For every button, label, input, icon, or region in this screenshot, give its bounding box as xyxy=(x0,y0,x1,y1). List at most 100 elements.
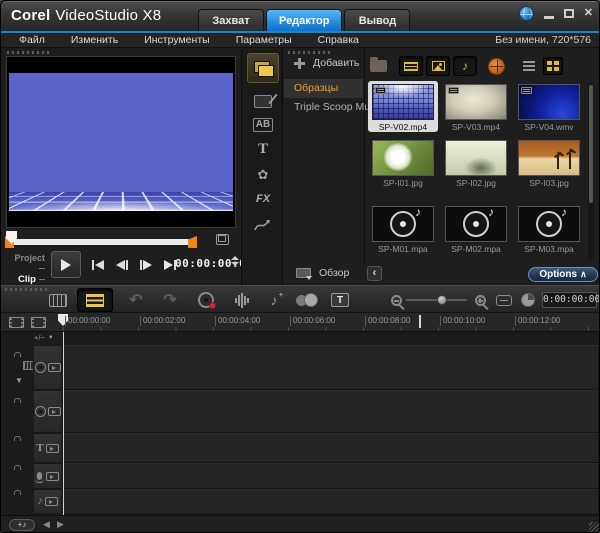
sound-mixer-button[interactable] xyxy=(229,289,255,311)
track-add-remove[interactable]: +/− ▼ xyxy=(34,333,54,342)
timeline-timecode[interactable]: 0:00:00:00 xyxy=(542,292,597,308)
nav-title-button[interactable]: T xyxy=(247,135,279,163)
browse-folder-icon[interactable] xyxy=(370,60,387,72)
maximize-button[interactable] xyxy=(564,9,574,18)
tab-capture[interactable]: Захват xyxy=(198,9,264,32)
spinner-down-icon[interactable] xyxy=(231,262,239,266)
play-button[interactable] xyxy=(51,251,81,278)
tab-share[interactable]: Вывод xyxy=(344,9,410,32)
tab-edit[interactable]: Редактор xyxy=(266,9,342,32)
minimize-button[interactable] xyxy=(544,16,554,19)
audio-thumbnail[interactable]: ♪ xyxy=(445,206,507,242)
next-frame-button[interactable] xyxy=(135,255,157,275)
undo-button[interactable]: ↶ xyxy=(123,289,149,311)
voice-track-lock[interactable] xyxy=(13,469,23,480)
grid-view-button[interactable] xyxy=(543,57,563,75)
home-button[interactable] xyxy=(87,255,109,275)
nav-filter-button[interactable]: FX xyxy=(247,185,279,213)
browse-button[interactable]: Обзор xyxy=(296,267,349,279)
spinner-up-icon[interactable] xyxy=(231,256,239,260)
nav-motion-button[interactable] xyxy=(247,211,279,239)
title-track-header[interactable]: T xyxy=(33,433,62,463)
filter-video-button[interactable] xyxy=(399,56,423,76)
enlarge-preview-icon[interactable] xyxy=(216,234,229,245)
add-folder-button[interactable]: Добавить xyxy=(294,57,359,69)
nav-media-button[interactable] xyxy=(247,53,279,83)
image-thumbnail[interactable] xyxy=(518,140,580,176)
show-all-tracks-button[interactable] xyxy=(7,315,26,329)
audio-thumbnail[interactable]: ♪ xyxy=(372,206,434,242)
audio-thumbnail[interactable]: ♪ xyxy=(518,206,580,242)
library-item[interactable]: ♪ SP-M03.mpa xyxy=(514,203,584,254)
filter-audio-button[interactable]: ♪ xyxy=(453,56,477,76)
library-item[interactable]: SP-V03.mp4 xyxy=(441,81,511,132)
music-track-lane[interactable] xyxy=(63,489,598,514)
ripple-editing-button[interactable] xyxy=(293,289,319,311)
video-track-lane[interactable] xyxy=(63,345,598,390)
zoom-slider[interactable] xyxy=(405,299,467,301)
panel-grip[interactable] xyxy=(7,51,49,54)
music-track-lock[interactable] xyxy=(13,494,23,505)
voice-track-lane[interactable] xyxy=(63,463,598,489)
timecode-spinner[interactable] xyxy=(231,256,239,266)
library-item[interactable]: SP-I01.jpg xyxy=(368,137,438,188)
storyboard-view-button[interactable] xyxy=(45,289,71,311)
scrollbar-thumb[interactable] xyxy=(589,85,593,203)
scroll-timeline-left-button[interactable]: ◀ xyxy=(43,519,50,530)
zoom-in-button[interactable] xyxy=(467,289,493,311)
list-view-button[interactable] xyxy=(519,57,539,75)
trim-end-handle[interactable] xyxy=(188,236,197,248)
record-capture-button[interactable] xyxy=(193,289,219,311)
media-wheel-icon[interactable] xyxy=(488,58,505,75)
library-item[interactable]: SP-V04.wmv xyxy=(514,81,584,132)
menu-file[interactable]: Файл xyxy=(19,34,45,46)
previous-frame-button[interactable] xyxy=(111,255,133,275)
scroll-timeline-right-button[interactable]: ▶ xyxy=(57,519,64,530)
subtitle-editor-button[interactable]: T xyxy=(327,289,353,311)
menu-edit[interactable]: Изменить xyxy=(71,34,118,46)
video-thumbnail[interactable] xyxy=(445,84,507,120)
menu-settings[interactable]: Параметры xyxy=(236,34,292,46)
track-view-button[interactable] xyxy=(29,315,48,329)
project-mode-label[interactable]: Project xyxy=(7,253,45,273)
overlay-track-lane[interactable] xyxy=(63,390,598,433)
image-thumbnail[interactable] xyxy=(372,140,434,176)
menu-tools[interactable]: Инструменты xyxy=(144,34,209,46)
options-button[interactable]: Options∧ xyxy=(528,267,598,282)
title-track-lock[interactable] xyxy=(13,440,23,451)
filter-photo-button[interactable] xyxy=(426,56,450,76)
expand-tracks-icon[interactable]: ▼ xyxy=(15,376,23,385)
video-track-header[interactable] xyxy=(33,345,62,390)
folder-samples[interactable]: Образцы xyxy=(284,79,363,98)
timeline-playhead-line[interactable] xyxy=(63,332,64,515)
zoom-slider-handle[interactable] xyxy=(437,295,447,305)
timeline-view-button[interactable] xyxy=(77,288,113,312)
help-globe-icon[interactable] xyxy=(519,6,534,21)
library-item[interactable]: ♪ SP-M01.mpa xyxy=(368,203,438,254)
menu-help[interactable]: Справка xyxy=(318,34,359,46)
overlay-track-header[interactable] xyxy=(33,390,62,433)
video-thumbnail[interactable] xyxy=(372,84,434,120)
library-item[interactable]: SP-I03.jpg xyxy=(514,137,584,188)
video-thumbnail[interactable] xyxy=(518,84,580,120)
close-button[interactable]: ✕ xyxy=(584,6,593,21)
project-duration-button[interactable] xyxy=(515,289,541,311)
panel-grip[interactable] xyxy=(288,51,330,54)
library-item[interactable]: SP-V02.mp4 xyxy=(368,81,438,132)
library-item[interactable]: SP-I02.jpg xyxy=(441,137,511,188)
add-track-button[interactable]: +♪ xyxy=(9,519,35,531)
panel-grip[interactable] xyxy=(5,288,47,291)
music-track-header[interactable]: ♪ xyxy=(33,489,62,514)
scrubber-track[interactable] xyxy=(7,239,191,245)
clip-mode-label[interactable]: Clip xyxy=(7,274,45,285)
timeline-ruler[interactable]: 00:00:00:00 00:00:02:00 00:00:04:00 00:0… xyxy=(57,313,600,331)
voice-track-header[interactable] xyxy=(33,463,62,489)
image-thumbnail[interactable] xyxy=(445,140,507,176)
auto-music-button[interactable]: ♪ xyxy=(261,289,287,311)
window-resize-grip[interactable] xyxy=(589,522,599,532)
folder-triple-scoop[interactable]: Triple Scoop Music xyxy=(284,98,363,117)
title-track-lane[interactable] xyxy=(63,433,598,463)
title-bar[interactable]: CorelVideoStudio X8 Захват Редактор Выво… xyxy=(1,1,600,31)
library-item[interactable]: ♪ SP-M02.mpa xyxy=(441,203,511,254)
fit-timeline-button[interactable] xyxy=(491,289,517,311)
